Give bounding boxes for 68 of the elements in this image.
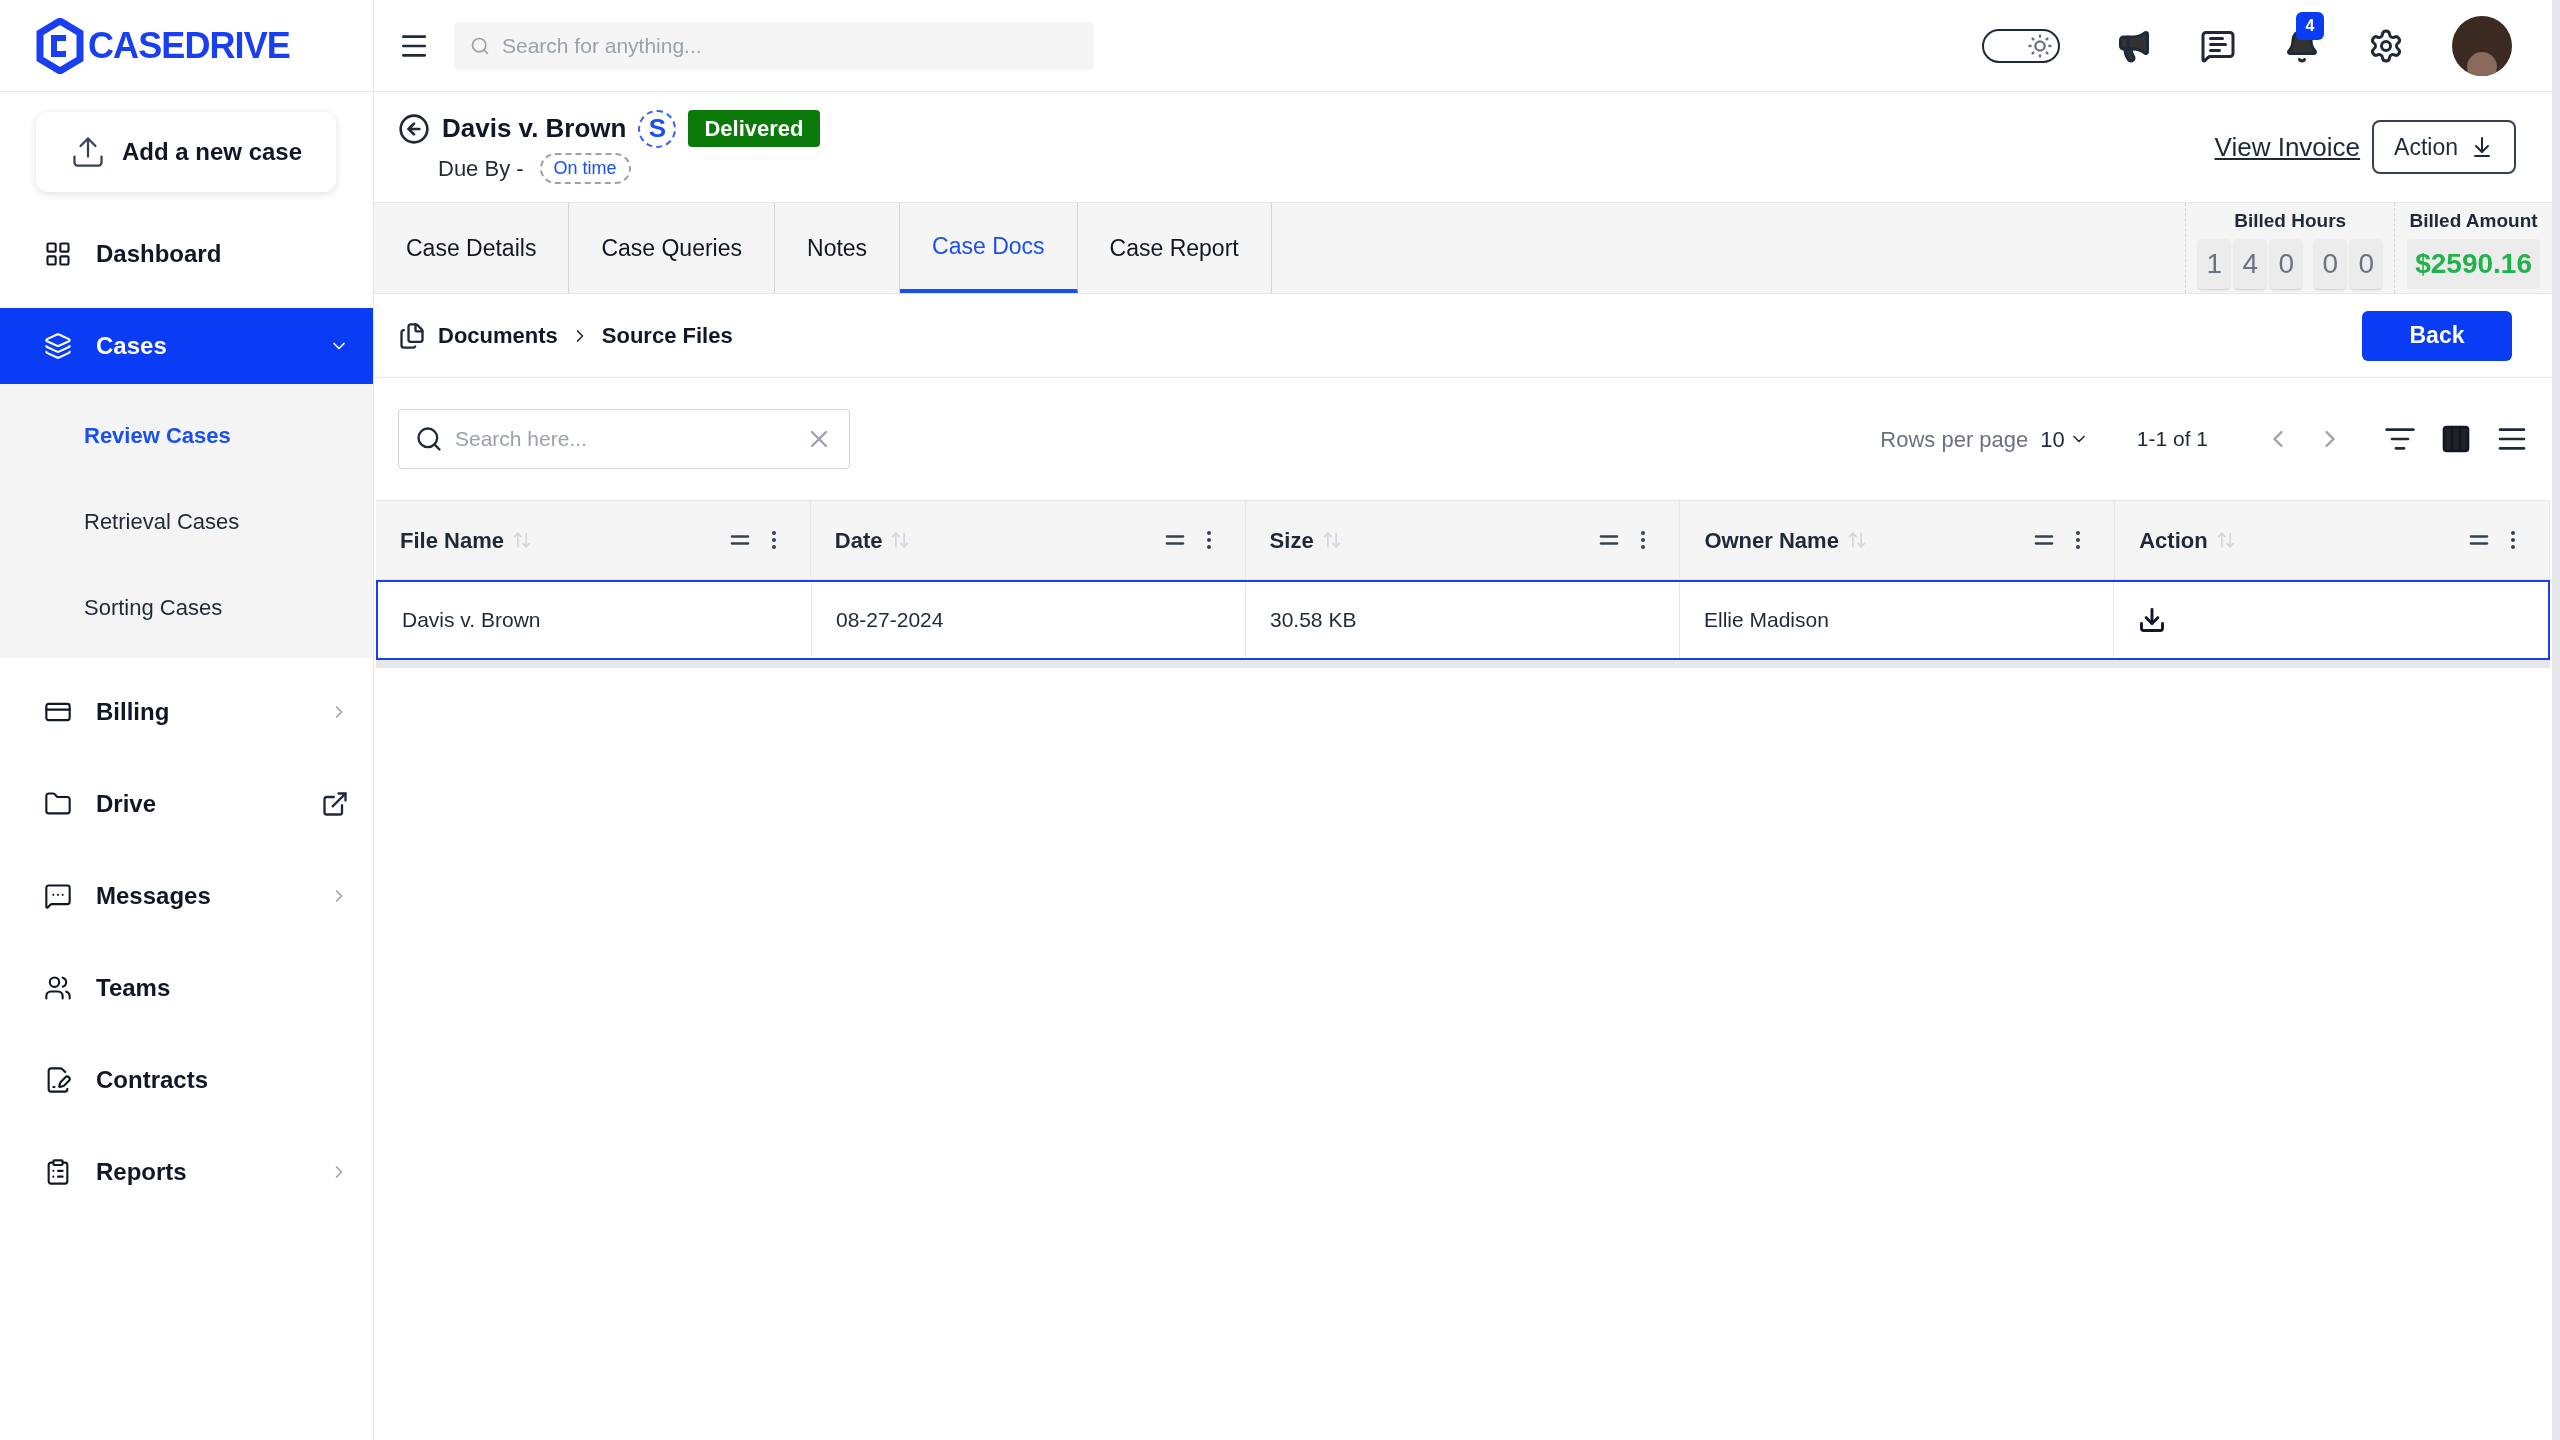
table-search-input[interactable]: Search here... — [455, 423, 793, 455]
layers-icon — [44, 332, 72, 360]
search-icon — [470, 35, 490, 56]
documents-icon — [398, 321, 426, 350]
table-cell-text: 08-27-2024 — [836, 607, 944, 634]
column-header[interactable]: Size — [1269, 523, 1314, 557]
table-cell-text: Ellie Madison — [1704, 607, 1829, 634]
hour-digit: 0 — [2314, 239, 2347, 290]
search-field[interactable]: Search for anything... — [454, 21, 1094, 70]
due-status-badge: On time — [539, 153, 631, 184]
case-title: Davis v. Brown — [442, 112, 627, 145]
nav-item[interactable]: Contracts — [0, 1042, 373, 1118]
tab[interactable]: Case Details — [374, 203, 570, 293]
search-input[interactable]: Search for anything... — [502, 29, 1078, 62]
table-cell-text: Davis v. Brown — [402, 607, 541, 634]
brand-name: CASEDRIVE — [88, 23, 290, 68]
external-link-icon — [321, 790, 349, 818]
column-header[interactable]: Action — [2139, 523, 2208, 557]
due-label: Due By - — [438, 155, 524, 183]
column-header[interactable]: Date — [834, 523, 883, 557]
billed-hours-label: Billed Hours — [2234, 208, 2347, 233]
notification-badge: 4 — [2296, 11, 2324, 40]
submenu-item[interactable]: Retrieval Cases — [0, 478, 373, 564]
table-cell-text: 30.58 KB — [1270, 607, 1357, 634]
hour-digit: 0 — [2350, 239, 2383, 290]
nav-item[interactable]: Messages — [0, 858, 373, 934]
download-icon[interactable] — [2138, 606, 2166, 634]
tab[interactable]: Notes — [775, 203, 901, 293]
nav-item[interactable]: Dashboard — [0, 216, 373, 292]
rows-per-page-select[interactable]: 10 — [2040, 422, 2089, 456]
add-case-button[interactable]: Add a new case — [36, 112, 336, 192]
billed-amount-value: $2590.16 — [2407, 239, 2540, 290]
hour-digit: 0 — [2270, 239, 2303, 290]
submenu-item[interactable]: Review Cases — [0, 392, 373, 478]
hour-digit: 1 — [2198, 239, 2231, 290]
hour-digit: 4 — [2234, 239, 2267, 290]
tab[interactable]: Case Docs — [900, 203, 1078, 293]
column-header[interactable]: Owner Name — [1704, 523, 1839, 557]
nav-item[interactable]: Drive — [0, 766, 373, 842]
view-invoice-link[interactable]: View Invoice — [2214, 127, 2361, 167]
table-search-field[interactable]: Search here... — [398, 409, 850, 469]
grid-icon — [44, 240, 72, 268]
breadcrumb-item[interactable]: Documents — [438, 319, 558, 352]
rows-per-page-label: Rows per page — [1880, 425, 2029, 454]
action-button[interactable]: Action — [2372, 120, 2516, 174]
chat-icon — [44, 882, 72, 910]
billed-amount-label: Billed Amount — [2409, 208, 2538, 233]
column-header[interactable]: File Name — [400, 523, 504, 557]
table-row[interactable]: Davis v. Brown 08-27-2024 30.58 KB Ellie Madison — [376, 580, 2550, 660]
search-icon — [415, 425, 443, 453]
nav-item[interactable]: Billing — [0, 674, 373, 750]
sun-icon — [2026, 31, 2054, 60]
users-icon — [44, 974, 72, 1002]
nav-item[interactable]: Reports — [0, 1134, 373, 1210]
tab[interactable]: Case Report — [1077, 203, 1272, 293]
hexagon-logo-icon — [36, 17, 84, 74]
theme-toggle[interactable] — [1982, 28, 2060, 63]
columns-icon[interactable] — [2440, 423, 2472, 455]
nav-item[interactable]: Teams — [0, 950, 373, 1026]
back-button[interactable]: Back — [2362, 310, 2512, 361]
breadcrumb-item[interactable]: Source Files — [601, 319, 733, 352]
settings-icon[interactable] — [2368, 27, 2404, 64]
pagination-range: 1-1 of 1 — [2136, 426, 2208, 453]
nav-item[interactable]: Cases — [0, 308, 373, 384]
submenu-item[interactable]: Sorting Cases — [0, 564, 373, 650]
status-badge: Delivered — [688, 110, 820, 147]
initial-badge: S — [638, 109, 677, 148]
tab[interactable]: Case Queries — [569, 203, 775, 293]
